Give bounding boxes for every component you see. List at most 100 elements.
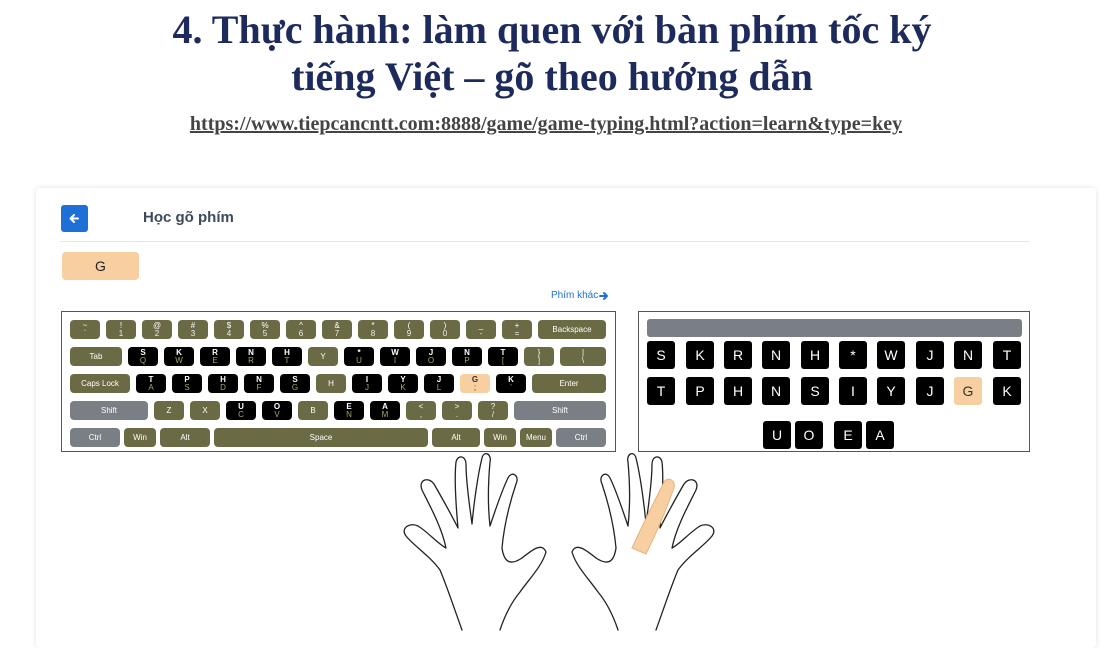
key-6[interactable]: ^ 6	[286, 320, 316, 339]
steno-key-s-left[interactable]: S	[647, 341, 675, 369]
key-i[interactable]: WI	[380, 347, 410, 366]
key-v[interactable]: OV	[262, 401, 292, 420]
key-f[interactable]: NF	[244, 374, 274, 393]
key-m[interactable]: AM	[370, 401, 400, 420]
key-t[interactable]: HT	[272, 347, 302, 366]
arrow-right-icon	[599, 291, 609, 300]
key-w[interactable]: KW	[164, 347, 194, 366]
steno-key-k-right[interactable]: K	[993, 377, 1021, 405]
steno-key-n-left[interactable]: N	[762, 341, 790, 369]
key-tilde[interactable]: ~ `	[70, 320, 100, 339]
key-slash[interactable]: ? /	[478, 401, 508, 420]
steno-key-n-right[interactable]: N	[954, 341, 982, 369]
key-win-left[interactable]: Win	[124, 428, 156, 447]
slide-title-line-1: 4. Thực hành: làm quen với bàn phím tốc …	[172, 7, 932, 52]
key-2[interactable]: @2	[142, 320, 172, 339]
key-bracket-left[interactable]: T[	[488, 347, 518, 366]
key-1[interactable]: ! 1	[106, 320, 136, 339]
steno-key-j-top[interactable]: J	[916, 341, 944, 369]
key-a[interactable]: TA	[136, 374, 166, 393]
key-ctrl-right[interactable]: Ctrl	[556, 428, 606, 447]
key-z[interactable]: Z	[154, 401, 184, 420]
key-b[interactable]: B	[298, 401, 328, 420]
key-d[interactable]: HD	[208, 374, 238, 393]
steno-key-h-lower[interactable]: H	[724, 377, 752, 405]
steno-key-k[interactable]: K	[686, 341, 714, 369]
key-quote[interactable]: K '	[496, 374, 526, 393]
key-r[interactable]: NR	[236, 347, 266, 366]
steno-key-i[interactable]: I	[839, 377, 867, 405]
arrow-left-icon	[69, 214, 79, 223]
key-e[interactable]: RE	[200, 347, 230, 366]
steno-key-s-lower[interactable]: S	[801, 377, 829, 405]
steno-key-e[interactable]: E	[834, 421, 862, 449]
steno-key-j-lower[interactable]: J	[916, 377, 944, 405]
key-3[interactable]: #3	[178, 320, 208, 339]
steno-key-t-right[interactable]: T	[993, 341, 1021, 369]
key-space[interactable]: Space	[214, 428, 428, 447]
page-title: Học gõ phím	[143, 209, 234, 226]
key-y[interactable]: Y	[308, 347, 338, 366]
key-s[interactable]: PS	[172, 374, 202, 393]
steno-key-a[interactable]: A	[866, 421, 894, 449]
key-win-right[interactable]: Win	[484, 428, 516, 447]
steno-key-t-left[interactable]: T	[647, 377, 675, 405]
steno-key-o[interactable]: O	[795, 421, 823, 449]
key-enter[interactable]: Enter	[532, 374, 606, 393]
key-p[interactable]: NP	[452, 347, 482, 366]
key-j[interactable]: IJ	[352, 374, 382, 393]
key-0[interactable]: ) 0	[430, 320, 460, 339]
key-alt-right[interactable]: Alt	[432, 428, 480, 447]
steno-key-g-highlighted[interactable]: G	[954, 377, 982, 405]
key-menu[interactable]: Menu	[520, 428, 552, 447]
key-7[interactable]: & 7	[322, 320, 352, 339]
key-shift-left[interactable]: Shift	[70, 401, 148, 420]
current-key-badge: G	[62, 252, 139, 280]
other-keys-label: Phím khác	[551, 290, 599, 301]
key-c[interactable]: UC	[226, 401, 256, 420]
key-o[interactable]: JO	[416, 347, 446, 366]
key-l[interactable]: JL	[424, 374, 454, 393]
key-g[interactable]: SG	[280, 374, 310, 393]
steno-key-star[interactable]: *	[839, 341, 867, 369]
key-x[interactable]: X	[190, 401, 220, 420]
key-backspace[interactable]: Backspace	[538, 320, 606, 339]
hands-icon	[403, 453, 715, 631]
steno-key-h-left[interactable]: H	[801, 341, 829, 369]
key-bracket-right[interactable]: }]	[524, 347, 554, 366]
slide-title: 4. Thực hành: làm quen với bàn phím tốc …	[0, 6, 1104, 100]
key-n[interactable]: EN	[334, 401, 364, 420]
qwerty-keyboard: ~ ` ! 1 @2 #3 $4 % 5 ^ 6 & 7 * 8 (9 ) 0 _ - + = B…	[61, 311, 616, 452]
steno-key-u[interactable]: U	[763, 421, 791, 449]
left-hand-icon	[403, 453, 547, 631]
key-backslash[interactable]: | \	[560, 347, 606, 366]
other-keys-link[interactable]: Phím khác	[551, 290, 609, 301]
steno-key-w[interactable]: W	[877, 341, 905, 369]
steno-key-y[interactable]: Y	[877, 377, 905, 405]
key-semicolon-highlighted[interactable]: G;	[460, 374, 490, 393]
steno-key-p[interactable]: P	[686, 377, 714, 405]
key-q[interactable]: SQ	[128, 347, 158, 366]
source-url-link[interactable]: https://www.tiepcancntt.com:8888/game/ga…	[0, 113, 1092, 136]
key-u[interactable]: * U	[344, 347, 374, 366]
key-caps-lock[interactable]: Caps Lock	[70, 374, 130, 393]
key-comma[interactable]: <,	[406, 401, 436, 420]
key-9[interactable]: (9	[394, 320, 424, 339]
key-8[interactable]: * 8	[358, 320, 388, 339]
header-divider	[60, 241, 1030, 242]
steno-key-r[interactable]: R	[724, 341, 752, 369]
stenotype-number-bar[interactable]	[647, 319, 1022, 337]
key-equals[interactable]: + =	[502, 320, 532, 339]
steno-key-n-lower[interactable]: N	[762, 377, 790, 405]
key-h[interactable]: H	[316, 374, 346, 393]
key-period[interactable]: >.	[442, 401, 472, 420]
key-tab[interactable]: Tab	[70, 347, 122, 366]
key-ctrl-left[interactable]: Ctrl	[70, 428, 120, 447]
back-button[interactable]	[61, 205, 88, 232]
key-minus[interactable]: _ -	[466, 320, 496, 339]
key-5[interactable]: % 5	[250, 320, 280, 339]
key-4[interactable]: $4	[214, 320, 244, 339]
key-k[interactable]: YK	[388, 374, 418, 393]
key-alt-left[interactable]: Alt	[160, 428, 210, 447]
key-shift-right[interactable]: Shift	[514, 401, 606, 420]
